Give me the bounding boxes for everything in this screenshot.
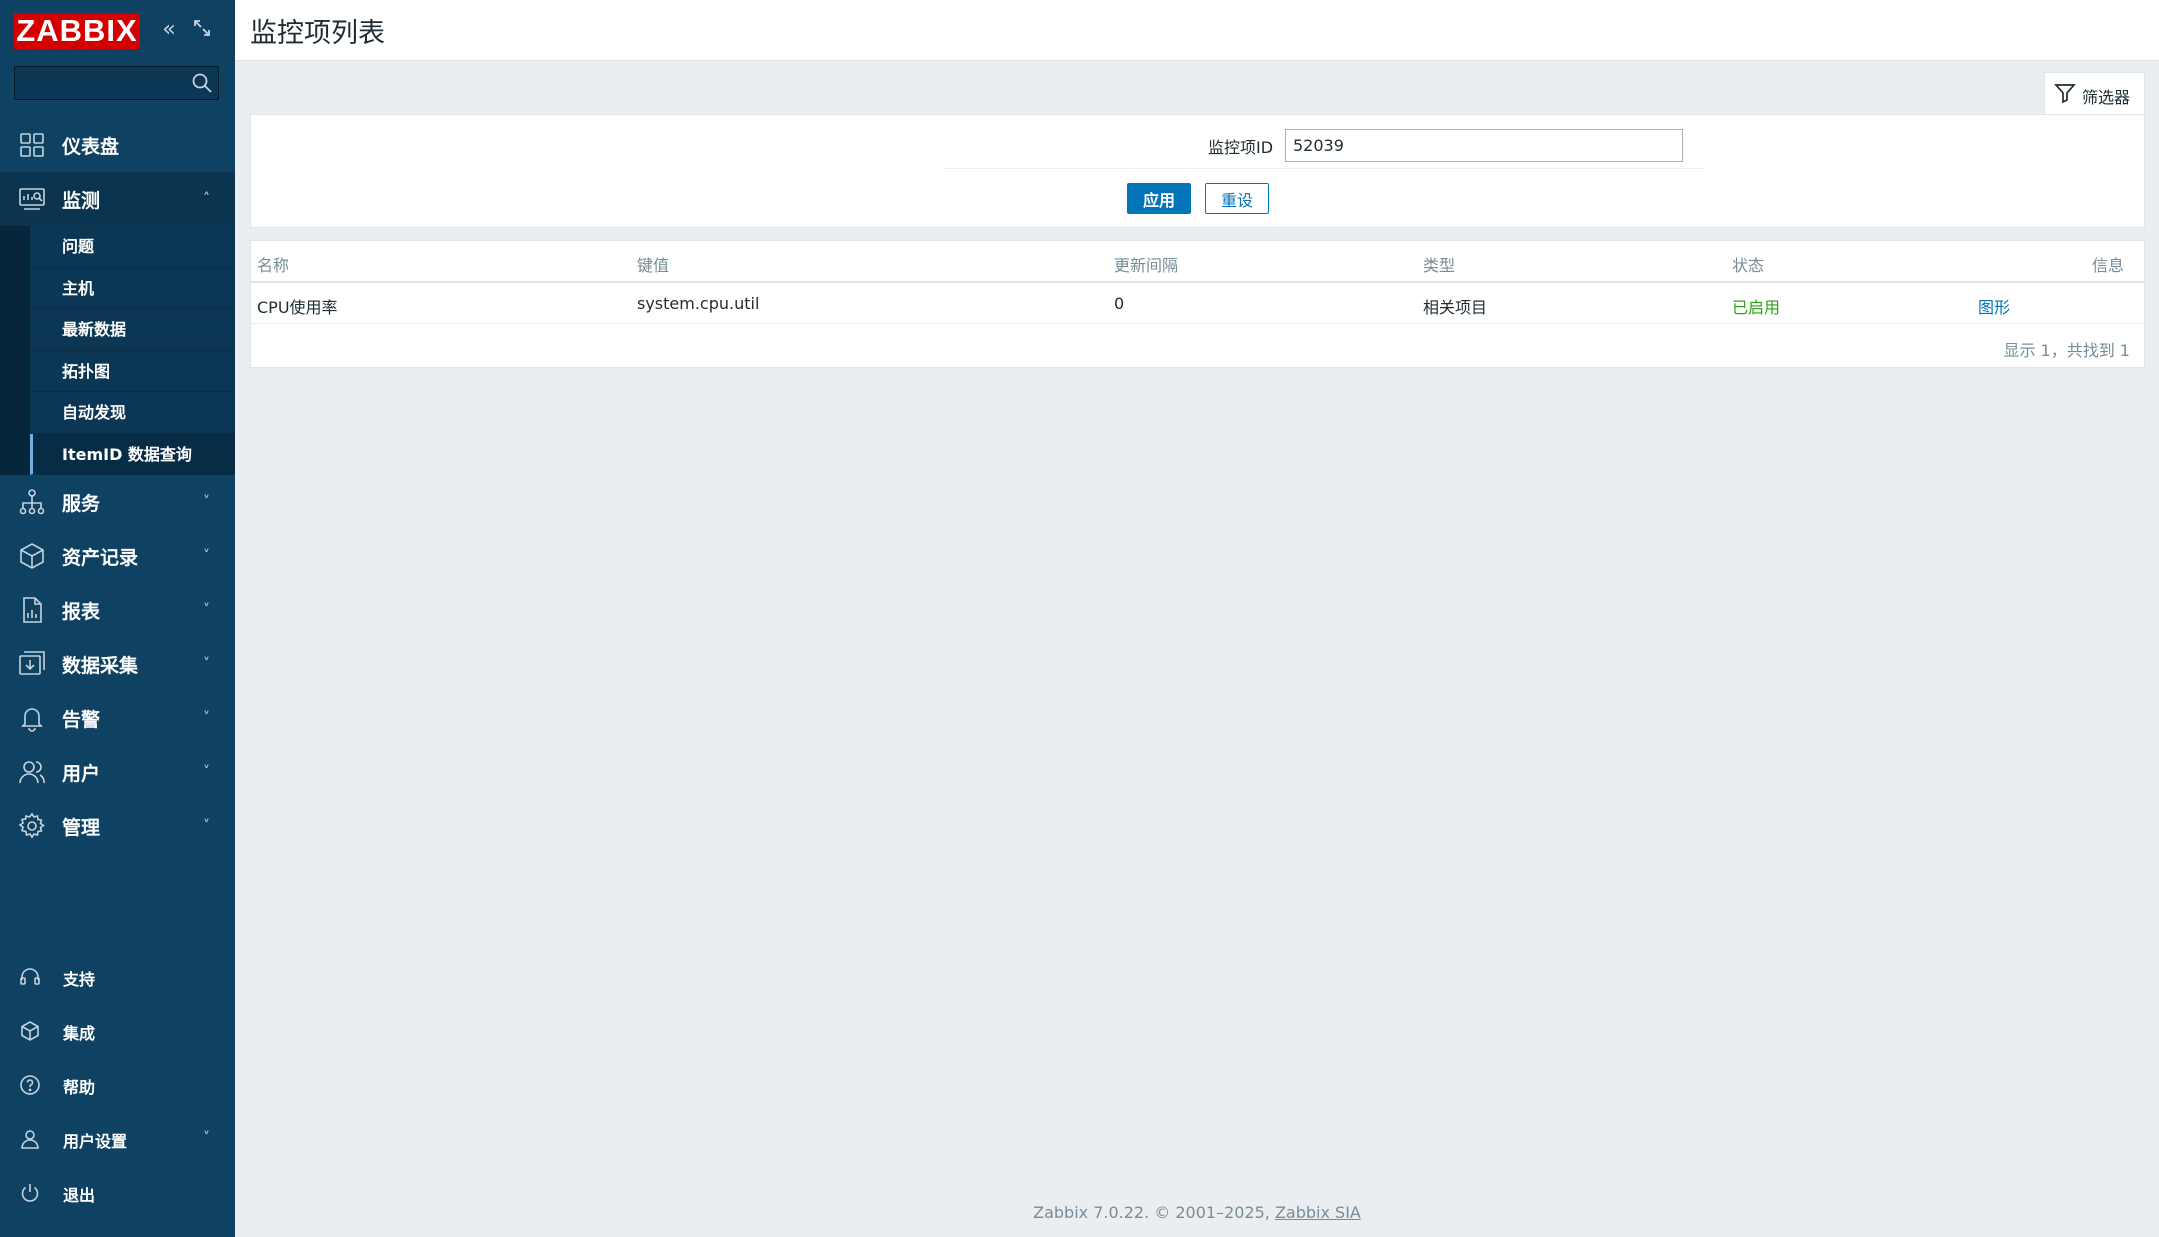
menu-item-label: 数据采集 <box>62 654 139 677</box>
column-header-status: 状态 <box>1732 256 1765 275</box>
cell-type: 相关项目 <box>1423 298 1488 317</box>
menu-item-label: 监测 <box>62 189 101 212</box>
table-stats: 显示 1，共找到 1 <box>2003 341 2130 360</box>
menu-item-support[interactable]: 支持 <box>0 950 235 1004</box>
menu-item-logout[interactable]: 退出 <box>0 1166 235 1220</box>
table-row: CPU使用率 system.cpu.util 0 相关项目 已启用 图形 <box>251 284 2144 324</box>
help-icon <box>20 1075 40 1095</box>
logo-row: ZABBIX « <box>14 13 224 49</box>
submenu-stripe <box>0 226 30 475</box>
cell-interval: 0 <box>1114 294 1125 313</box>
menu-item-label: 用户 <box>62 762 101 785</box>
reset-button[interactable]: 重设 <box>1205 183 1269 214</box>
submenu-item-maps[interactable]: 拓扑图 <box>30 350 235 392</box>
dashboard-icon <box>20 133 44 157</box>
page-footer: Zabbix 7.0.22. © 2001–2025, Zabbix SIA <box>235 1203 2159 1222</box>
menu-item-label: 仪表盘 <box>62 135 120 158</box>
column-header-name[interactable]: 名称 <box>257 252 289 276</box>
apply-button[interactable]: 应用 <box>1127 183 1191 214</box>
filter-panel: 监控项ID 应用 重设 <box>250 114 2145 228</box>
menu-item-dashboard[interactable]: 仪表盘 <box>0 118 235 172</box>
itemid-field-label: 监控项ID <box>1208 138 1274 157</box>
menu-item-label: 报表 <box>62 600 101 623</box>
filter-icon <box>2054 84 2076 104</box>
chevron-down-icon: ˅ <box>203 656 210 672</box>
power-icon <box>21 1184 39 1202</box>
menu-item-services[interactable]: 服务 ˅ <box>0 475 235 529</box>
sidebar: ZABBIX « 仪表盘 监测 ˄ 问题 主机 最新数据 拓扑图 自动发现 It… <box>0 0 235 1237</box>
menu-item-label: 告警 <box>62 708 101 731</box>
chevron-down-icon: ˅ <box>203 1130 210 1146</box>
cell-key: system.cpu.util <box>637 294 760 313</box>
sidebar-bottom-menu: 支持 集成 帮助 用户设置 ˅ 退出 <box>0 950 235 1220</box>
zabbix-logo[interactable]: ZABBIX <box>14 13 140 49</box>
filter-tab[interactable]: 筛选器 <box>2044 72 2145 114</box>
chevron-up-icon: ˄ <box>203 191 210 207</box>
menu-item-user-settings[interactable]: 用户设置 ˅ <box>0 1112 235 1166</box>
headset-icon <box>20 968 40 985</box>
menu-item-inventory[interactable]: 资产记录 ˅ <box>0 529 235 583</box>
menu-item-label: 用户设置 <box>63 1132 128 1151</box>
column-header-info: 信息 <box>2091 256 2124 275</box>
chevron-down-icon: ˅ <box>203 710 210 726</box>
menu-item-integrations[interactable]: 集成 <box>0 1004 235 1058</box>
monitoring-submenu: 问题 主机 最新数据 拓扑图 自动发现 ItemID 数据查询 <box>0 226 235 475</box>
reports-icon <box>23 597 42 623</box>
collapse-sidebar-icon[interactable]: « <box>156 17 182 43</box>
chevron-down-icon: ˅ <box>203 494 210 510</box>
main-menu: 仪表盘 监测 ˄ 问题 主机 最新数据 拓扑图 自动发现 ItemID 数据查询… <box>0 118 235 853</box>
graph-link[interactable]: 图形 <box>1978 294 2010 318</box>
search-icon[interactable] <box>191 72 213 94</box>
services-icon <box>19 489 45 515</box>
integrations-icon <box>21 1021 39 1041</box>
status-badge[interactable]: 已启用 <box>1732 294 1780 318</box>
zabbix-sia-link[interactable]: Zabbix SIA <box>1275 1203 1361 1222</box>
submenu-item-itemid-query[interactable]: ItemID 数据查询 <box>30 433 235 475</box>
table-header: 名称 键值 更新间隔 类型 状态 信息 <box>251 241 2144 283</box>
column-header-key[interactable]: 键值 <box>637 252 669 276</box>
monitoring-icon <box>19 188 45 210</box>
kiosk-mode-icon[interactable] <box>189 17 215 43</box>
sidebar-search-input[interactable] <box>15 67 185 99</box>
menu-item-label: 帮助 <box>63 1078 96 1097</box>
filter-tab-label: 筛选器 <box>2082 88 2131 107</box>
menu-item-label: 资产记录 <box>62 546 139 569</box>
page-title: 监控项列表 <box>250 18 385 49</box>
alerts-icon <box>21 708 43 732</box>
column-header-interval: 更新间隔 <box>1114 256 1179 275</box>
sidebar-search <box>14 66 219 100</box>
menu-item-administration[interactable]: 管理 ˅ <box>0 799 235 853</box>
filter-row: 监控项ID <box>944 115 1704 169</box>
menu-item-label: 退出 <box>63 1186 96 1205</box>
menu-item-label: 支持 <box>63 970 96 989</box>
menu-item-help[interactable]: 帮助 <box>0 1058 235 1112</box>
menu-item-alerts[interactable]: 告警 ˅ <box>0 691 235 745</box>
footer-text: Zabbix 7.0.22. © 2001–2025, <box>1033 1203 1275 1222</box>
chevron-down-icon: ˅ <box>203 764 210 780</box>
page-header: 监控项列表 <box>235 0 2159 61</box>
menu-item-users[interactable]: 用户 ˅ <box>0 745 235 799</box>
chevron-down-icon: ˅ <box>203 602 210 618</box>
itemid-input[interactable] <box>1285 129 1683 162</box>
gear-icon <box>18 812 45 839</box>
data-collection-icon <box>19 651 45 675</box>
menu-item-monitoring[interactable]: 监测 ˄ <box>0 172 235 226</box>
items-table: 名称 键值 更新间隔 类型 状态 信息 CPU使用率 system.cpu.ut… <box>250 240 2145 368</box>
menu-item-reports[interactable]: 报表 ˅ <box>0 583 235 637</box>
chevron-down-icon: ˅ <box>203 548 210 564</box>
column-header-type: 类型 <box>1423 256 1456 275</box>
menu-item-label: 管理 <box>62 816 101 839</box>
menu-item-label: 集成 <box>63 1024 96 1043</box>
menu-item-data-collection[interactable]: 数据采集 ˅ <box>0 637 235 691</box>
users-icon <box>19 761 45 784</box>
submenu-item-hosts[interactable]: 主机 <box>30 267 235 309</box>
submenu-item-latest-data[interactable]: 最新数据 <box>30 309 235 351</box>
submenu-item-problems[interactable]: 问题 <box>30 226 235 268</box>
submenu-item-discovery[interactable]: 自动发现 <box>30 392 235 434</box>
user-icon <box>21 1130 39 1149</box>
menu-item-label: 服务 <box>62 492 101 515</box>
chevron-down-icon: ˅ <box>203 818 210 834</box>
inventory-icon <box>20 543 44 569</box>
cell-name: CPU使用率 <box>257 298 338 317</box>
